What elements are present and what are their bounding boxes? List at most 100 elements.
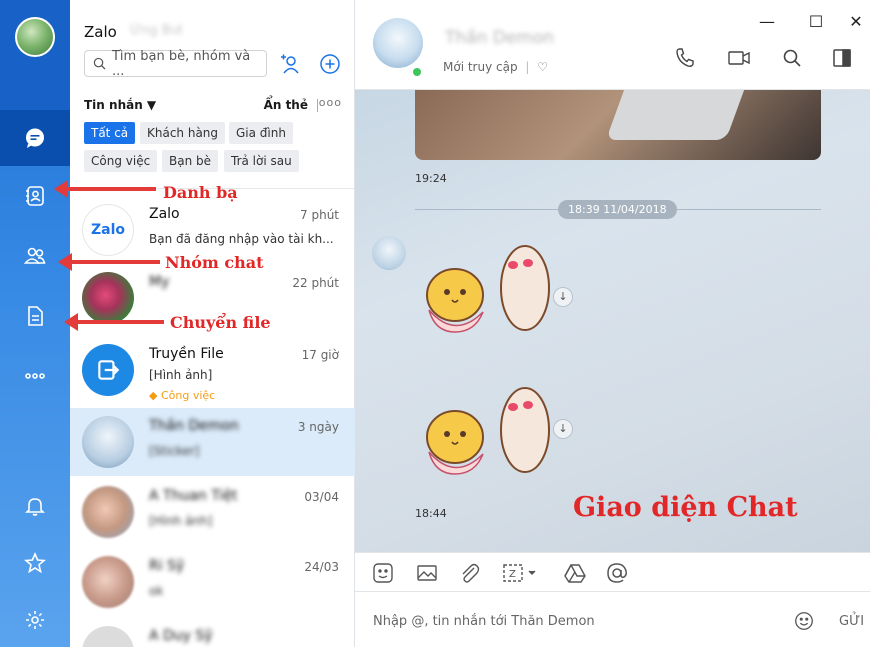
conversation-time: 03/04 <box>304 490 339 504</box>
file-transfer-annotation: Chuyển file <box>170 313 271 332</box>
sender-avatar[interactable] <box>372 236 406 270</box>
download-sticker-icon[interactable]: ↓ <box>553 419 573 439</box>
attach-file-icon[interactable] <box>457 561 481 585</box>
contact-avatar <box>82 486 134 538</box>
video-call-icon[interactable] <box>727 46 751 70</box>
contacts-annotation: Danh bạ <box>163 183 238 202</box>
user-avatar[interactable] <box>15 17 55 57</box>
chip-work[interactable]: Công việc <box>84 150 158 172</box>
annotation-arrow <box>58 253 160 271</box>
conversation-name: A Duy Sỹ <box>149 628 213 644</box>
messages-filter-dropdown[interactable]: Tin nhắn ▼ <box>84 98 156 112</box>
search-placeholder: Tìm bạn bè, nhóm và ... <box>111 48 251 79</box>
maximize-button[interactable]: ☐ <box>806 12 826 31</box>
notification-bell-icon[interactable] <box>0 478 70 534</box>
add-friend-icon[interactable] <box>278 52 302 76</box>
conversation-time: 3 ngày <box>297 420 339 434</box>
zalo-logo-avatar: Zalo <box>82 204 134 256</box>
contact-avatar[interactable] <box>373 18 423 78</box>
search-messages-icon[interactable] <box>780 46 804 70</box>
chat-status: Mới truy cập | ♡ <box>443 60 548 74</box>
image-detail <box>605 90 745 140</box>
more-menu-icon[interactable]: ooo <box>319 96 342 109</box>
group-chat-annotation: Nhóm chat <box>165 253 264 272</box>
search-input[interactable]: Tìm bạn bè, nhóm và ... <box>84 48 267 79</box>
conversation-name: My <box>149 274 170 290</box>
conversation-name: A Thuan Tiệt <box>149 488 238 504</box>
online-indicator <box>411 66 423 78</box>
chip-friends[interactable]: Bạn bè <box>162 150 219 172</box>
svg-text:Z: Z <box>509 569 516 580</box>
image-upload-icon[interactable] <box>415 561 439 585</box>
app-title: Zalo <box>84 23 117 41</box>
tag-heart-icon[interactable]: ♡ <box>537 60 548 74</box>
emoji-icon[interactable] <box>793 610 815 632</box>
minimize-button[interactable]: — <box>757 12 777 31</box>
conversation-item[interactable]: A Thuan Tiệt 03/04 [Hình ảnh] <box>70 478 355 546</box>
chat-panel: Thần Demon Mới truy cập | ♡ — ☐ ✕ 19:24 … <box>355 0 870 647</box>
conversation-time: 17 giờ <box>301 348 339 362</box>
toggle-info-panel-icon[interactable] <box>830 46 854 70</box>
chip-reply-later[interactable]: Trả lời sau <box>224 150 299 172</box>
list-header: Zalo Ứng Bưi Tìm bạn bè, nhóm và ... <box>70 0 355 90</box>
chip-all[interactable]: Tất cả <box>84 122 136 144</box>
conversation-time: 24/03 <box>304 560 339 574</box>
account-name: Ứng Bưi <box>130 23 183 38</box>
more-options-icon[interactable] <box>0 348 70 404</box>
contact-avatar <box>82 626 134 647</box>
messages-tab-icon[interactable] <box>0 110 70 166</box>
divider: | <box>525 60 530 74</box>
annotation-arrow <box>54 180 156 198</box>
voice-call-icon[interactable] <box>673 46 697 70</box>
sticker-icon[interactable] <box>371 561 395 585</box>
contact-avatar <box>82 272 134 324</box>
send-button[interactable]: GỬI <box>839 614 864 629</box>
create-group-icon[interactable] <box>318 52 342 76</box>
annotation-arrow <box>64 313 164 331</box>
list-tabs-row: Tin nhắn ▼ Ẩn thẻ ooo <box>84 96 342 116</box>
conversation-item-selected[interactable]: Thần Demon 3 ngày [Sticker] <box>70 408 355 476</box>
conversation-name: Truyền File <box>149 346 224 362</box>
screenshot-capture-icon[interactable]: Z <box>501 561 541 585</box>
conversation-time: 7 phút <box>300 208 339 222</box>
compose-toolbar: Z <box>355 552 870 592</box>
conversation-preview: [Sticker] <box>149 444 200 458</box>
hide-tags-toggle[interactable]: Ẩn thẻ <box>264 98 308 112</box>
conversation-preview: [Hình ảnh] <box>149 368 213 382</box>
google-drive-icon[interactable] <box>563 561 587 585</box>
message-time: 19:24 <box>415 172 447 185</box>
work-tag-label: ◆ Công việc <box>149 389 216 402</box>
tag-text: Công việc <box>160 389 216 402</box>
message-area[interactable]: 19:24 18:39 11/04/2018 ↓ ↓ 18:44 Giao di… <box>355 90 870 552</box>
avatar-image <box>373 18 423 68</box>
last-seen-text: Mới truy cập <box>443 60 518 74</box>
message-input[interactable]: Nhập @, tin nhắn tới Thăn Demon GỬI <box>355 592 870 647</box>
chip-customers[interactable]: Khách hàng <box>140 122 226 144</box>
download-sticker-icon[interactable]: ↓ <box>553 287 573 307</box>
settings-gear-icon[interactable] <box>0 592 70 647</box>
conversation-item[interactable]: Truyền File 17 giờ [Hình ảnh] ◆ Công việ… <box>70 336 355 404</box>
close-button[interactable]: ✕ <box>846 12 866 31</box>
mention-icon[interactable] <box>605 561 629 585</box>
contact-avatar <box>82 556 134 608</box>
chat-ui-annotation: Giao diện Chat <box>573 492 798 523</box>
image-message[interactable] <box>415 90 821 160</box>
search-icon <box>93 57 106 70</box>
conversation-name: Zalo <box>149 206 180 222</box>
conversation-name: Thần Demon <box>149 418 239 434</box>
chip-family[interactable]: Gia đình <box>229 122 293 144</box>
cat-sticker-image[interactable] <box>415 240 550 340</box>
star-icon[interactable] <box>0 535 70 591</box>
conversation-name: Ri Sỹ <box>149 558 185 574</box>
cat-sticker-image[interactable] <box>415 382 550 482</box>
conversation-time: 22 phút <box>292 276 339 290</box>
chat-header: Thần Demon Mới truy cập | ♡ — ☐ ✕ <box>355 0 870 90</box>
chat-contact-name: Thần Demon <box>445 28 555 48</box>
message-time: 18:44 <box>415 507 447 520</box>
file-transfer-icon[interactable] <box>0 288 70 344</box>
conversation-preview: [Hình ảnh] <box>149 514 213 528</box>
conversation-item[interactable]: A Duy Sỹ <box>70 618 355 647</box>
file-transfer-avatar <box>82 344 134 396</box>
left-rail <box>0 0 70 647</box>
conversation-item[interactable]: Ri Sỹ 24/03 ok <box>70 548 355 616</box>
